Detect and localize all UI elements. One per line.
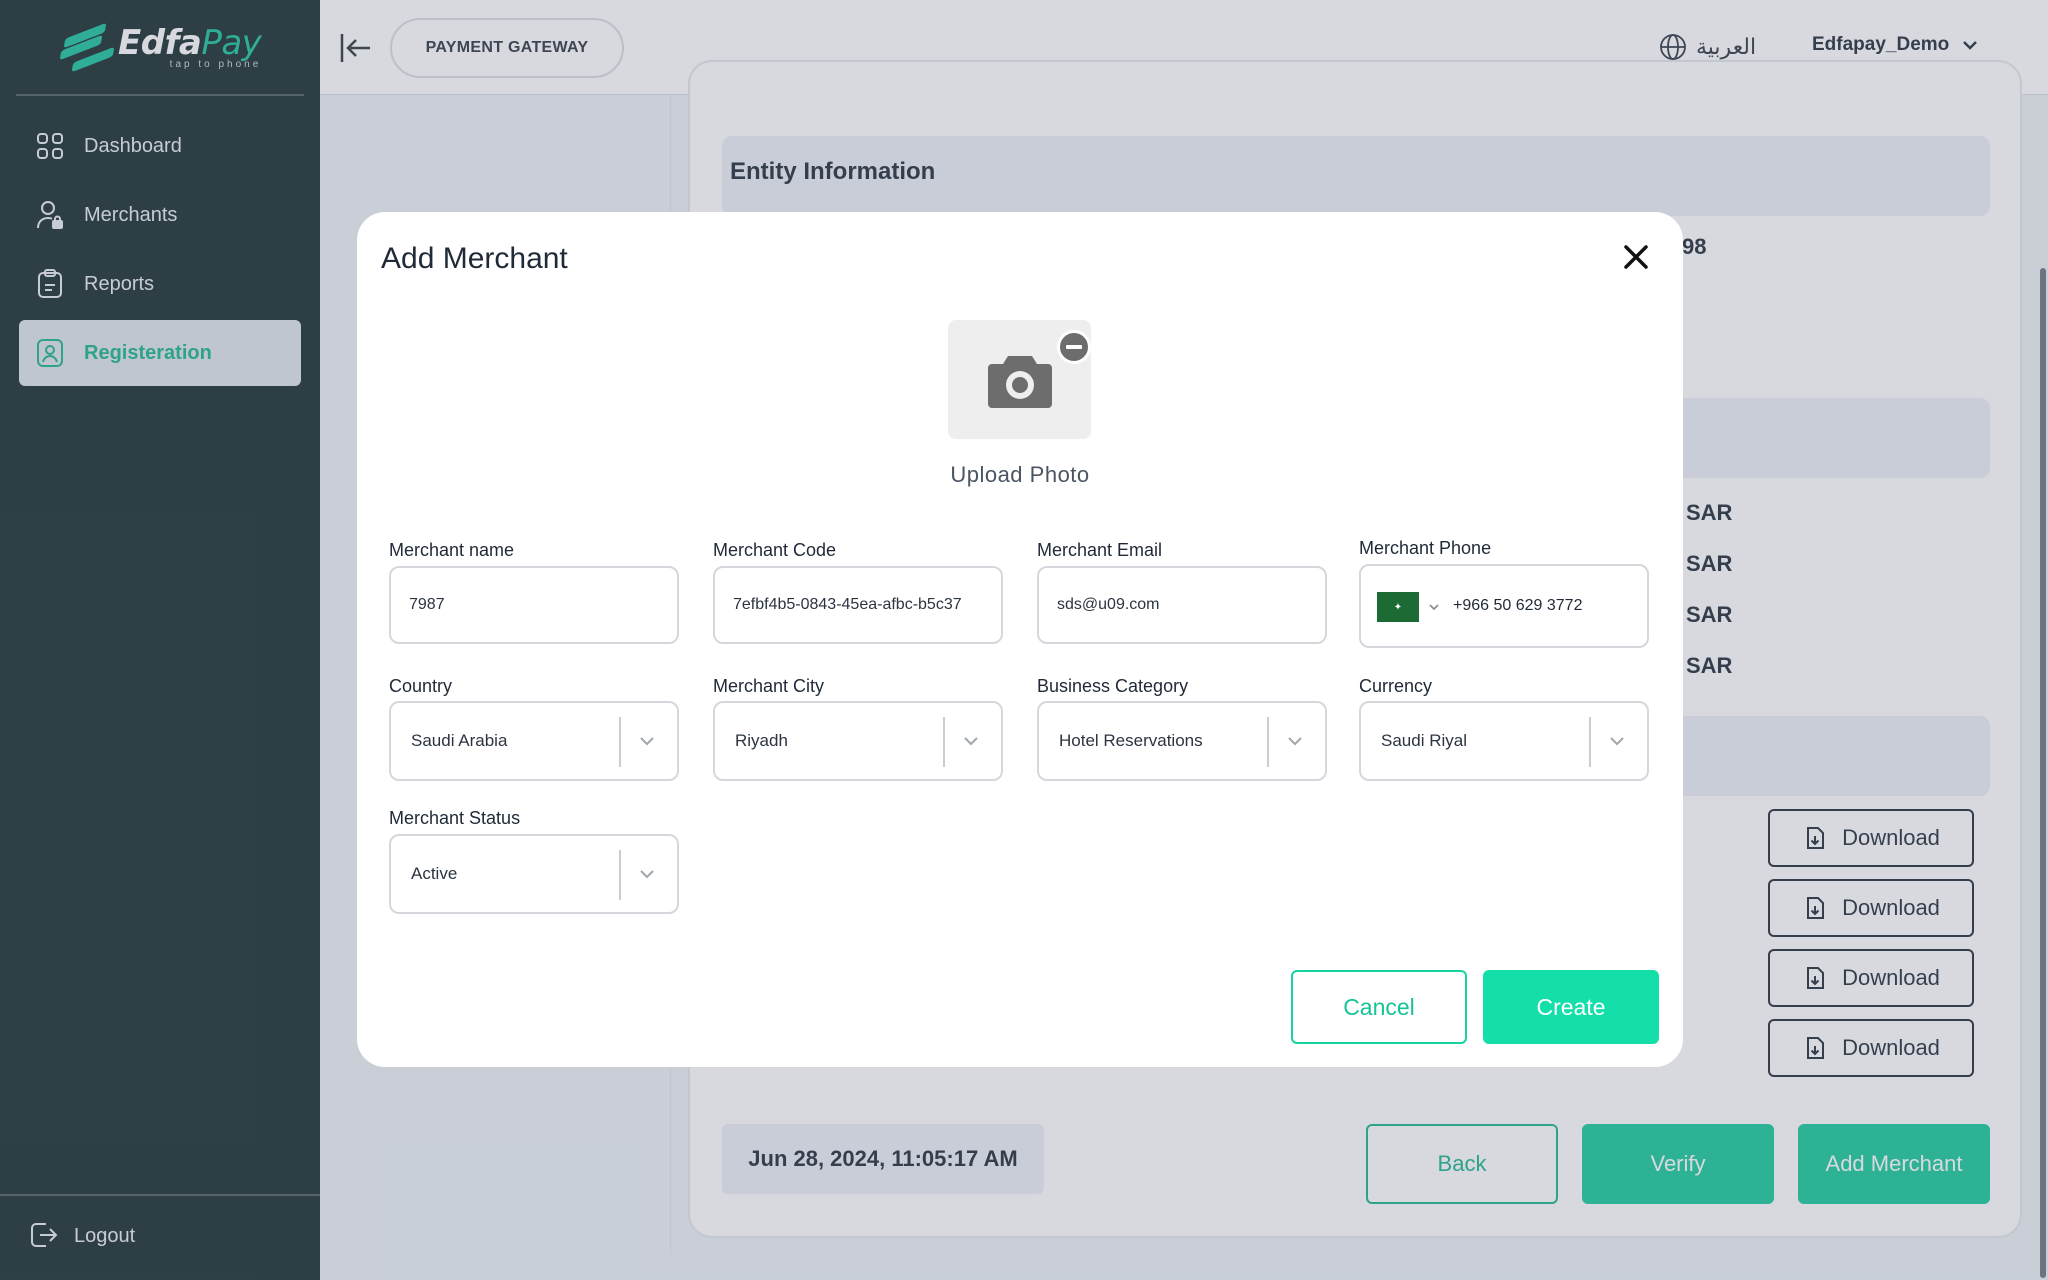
chevron-down-icon (640, 870, 654, 879)
create-button[interactable]: Create (1483, 970, 1659, 1044)
merchant-email-input[interactable]: sds@u09.com (1037, 566, 1327, 644)
merchant-code-input[interactable]: 7efbf4b5-0843-45ea-afbc-b5c37 (713, 566, 1003, 644)
chevron-down-icon (964, 737, 978, 746)
business-category-select[interactable]: Hotel Reservations (1037, 701, 1327, 781)
merchant-status-label: Merchant Status (389, 808, 521, 828)
country-value: Saudi Arabia (411, 731, 508, 750)
business-category-value: Hotel Reservations (1059, 731, 1203, 750)
remove-photo-icon[interactable] (1057, 330, 1091, 364)
merchant-name-label: Merchant name (389, 540, 515, 560)
merchant-city-select[interactable]: Riyadh (713, 701, 1003, 781)
currency-select[interactable]: Saudi Riyal (1359, 701, 1649, 781)
chevron-down-icon[interactable] (1427, 600, 1441, 614)
merchant-email-label: Merchant Email (1037, 540, 1163, 560)
merchant-phone-label: Merchant Phone (1359, 538, 1492, 558)
currency-label: Currency (1359, 676, 1433, 696)
merchant-city-value: Riyadh (735, 731, 788, 750)
merchant-city-label: Merchant City (713, 676, 825, 696)
chevron-down-icon (1288, 737, 1302, 746)
currency-value: Saudi Riyal (1381, 731, 1467, 750)
saudi-flag-icon[interactable]: ✦ (1377, 592, 1419, 622)
chevron-down-icon (640, 737, 654, 746)
modal-title: Add Merchant (381, 242, 568, 275)
merchant-status-value: Active (411, 864, 458, 883)
country-label: Country (389, 676, 453, 696)
merchant-code-label: Merchant Code (713, 540, 837, 560)
cancel-button[interactable]: Cancel (1291, 970, 1467, 1044)
merchant-phone-value: +966 50 629 3772 (1453, 597, 1583, 614)
camera-icon (987, 355, 1052, 408)
upload-photo-label: Upload Photo (950, 462, 1090, 487)
country-select[interactable]: Saudi Arabia (389, 701, 679, 781)
chevron-down-icon (1610, 737, 1624, 746)
merchant-name-input[interactable]: 7987 (389, 566, 679, 644)
merchant-phone-input[interactable]: ✦ +966 50 629 3772 (1359, 564, 1649, 648)
close-icon[interactable] (1621, 242, 1651, 272)
business-category-label: Business Category (1037, 676, 1189, 696)
add-merchant-modal: Add Merchant Upload Photo Merchant name … (357, 212, 1683, 1067)
merchant-status-select[interactable]: Active (389, 834, 679, 914)
